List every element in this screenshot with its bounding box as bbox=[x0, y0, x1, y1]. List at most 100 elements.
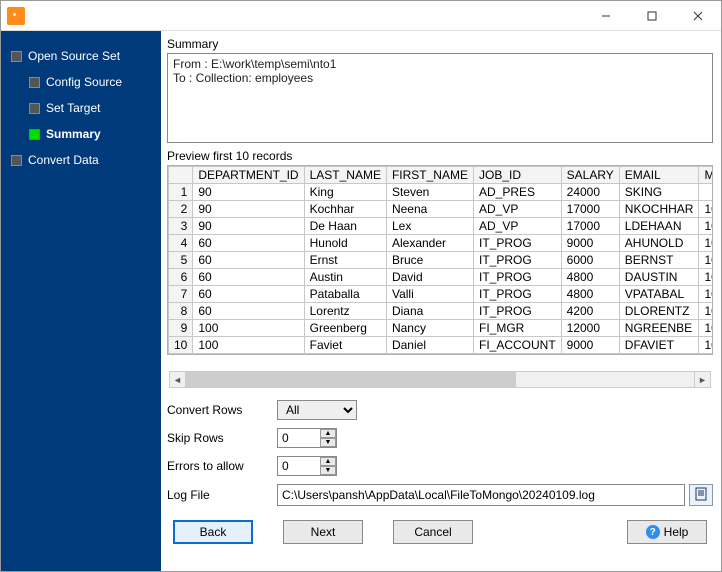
table-cell[interactable]: 60 bbox=[193, 235, 304, 252]
errors-allow-down[interactable]: ▼ bbox=[320, 466, 336, 475]
convert-rows-select[interactable]: All bbox=[277, 400, 357, 420]
table-cell[interactable]: Faviet bbox=[304, 337, 386, 354]
table-cell[interactable]: 103 bbox=[699, 303, 713, 320]
help-button[interactable]: ? Help bbox=[627, 520, 707, 544]
table-cell[interactable]: DLORENTZ bbox=[619, 303, 699, 320]
table-cell[interactable]: IT_PROG bbox=[473, 286, 561, 303]
table-cell[interactable]: 9000 bbox=[561, 337, 619, 354]
table-cell[interactable]: Alexander bbox=[386, 235, 473, 252]
table-cell[interactable]: 4200 bbox=[561, 303, 619, 320]
table-cell[interactable]: Steven bbox=[386, 184, 473, 201]
cancel-button[interactable]: Cancel bbox=[393, 520, 473, 544]
table-cell[interactable]: 17000 bbox=[561, 201, 619, 218]
scroll-left-button[interactable]: ◄ bbox=[169, 371, 186, 388]
table-cell[interactable]: AD_VP bbox=[473, 201, 561, 218]
table-cell[interactable]: DFAVIET bbox=[619, 337, 699, 354]
table-cell[interactable]: 108 bbox=[699, 337, 713, 354]
table-cell[interactable]: 100 bbox=[193, 320, 304, 337]
minimize-button[interactable] bbox=[583, 1, 629, 30]
table-cell[interactable]: 4800 bbox=[561, 286, 619, 303]
table-cell[interactable]: Ernst bbox=[304, 252, 386, 269]
column-header[interactable]: JOB_ID bbox=[473, 167, 561, 184]
skip-rows-down[interactable]: ▼ bbox=[320, 438, 336, 447]
table-cell[interactable]: IT_PROG bbox=[473, 303, 561, 320]
column-header[interactable]: SALARY bbox=[561, 167, 619, 184]
table-cell[interactable]: Greenberg bbox=[304, 320, 386, 337]
table-cell[interactable]: FI_MGR bbox=[473, 320, 561, 337]
maximize-button[interactable] bbox=[629, 1, 675, 30]
sidebar-item-config-source[interactable]: Config Source bbox=[27, 69, 155, 95]
table-cell[interactable]: Neena bbox=[386, 201, 473, 218]
table-cell[interactable]: Daniel bbox=[386, 337, 473, 354]
table-cell[interactable]: King bbox=[304, 184, 386, 201]
scroll-right-button[interactable]: ► bbox=[694, 371, 711, 388]
table-cell[interactable]: AHUNOLD bbox=[619, 235, 699, 252]
table-cell[interactable]: 90 bbox=[193, 218, 304, 235]
table-cell[interactable]: Diana bbox=[386, 303, 473, 320]
back-button[interactable]: Back bbox=[173, 520, 253, 544]
table-cell[interactable]: IT_PROG bbox=[473, 269, 561, 286]
table-cell[interactable]: 60 bbox=[193, 269, 304, 286]
table-row[interactable]: 190KingStevenAD_PRES24000SKING bbox=[169, 184, 714, 201]
table-cell[interactable]: 102 bbox=[699, 235, 713, 252]
column-header[interactable]: FIRST_NAME bbox=[386, 167, 473, 184]
table-cell[interactable]: 103 bbox=[699, 269, 713, 286]
log-file-browse-button[interactable] bbox=[689, 484, 713, 506]
table-cell[interactable]: NGREENBE bbox=[619, 320, 699, 337]
sidebar-item-set-target[interactable]: Set Target bbox=[27, 95, 155, 121]
table-cell[interactable]: 60 bbox=[193, 303, 304, 320]
table-cell[interactable]: Bruce bbox=[386, 252, 473, 269]
table-row[interactable]: 860LorentzDianaIT_PROG4200DLORENTZ103 bbox=[169, 303, 714, 320]
table-cell[interactable]: AD_VP bbox=[473, 218, 561, 235]
table-cell[interactable]: 24000 bbox=[561, 184, 619, 201]
table-cell[interactable]: Valli bbox=[386, 286, 473, 303]
horizontal-scrollbar[interactable]: ◄ ► bbox=[169, 371, 711, 388]
table-row[interactable]: 10100FavietDanielFI_ACCOUNT9000DFAVIET10… bbox=[169, 337, 714, 354]
table-cell[interactable]: VPATABAL bbox=[619, 286, 699, 303]
table-row[interactable]: 460HunoldAlexanderIT_PROG9000AHUNOLD102 bbox=[169, 235, 714, 252]
table-cell[interactable]: Kochhar bbox=[304, 201, 386, 218]
table-cell[interactable]: 60 bbox=[193, 286, 304, 303]
table-cell[interactable]: Hunold bbox=[304, 235, 386, 252]
table-row[interactable]: 9100GreenbergNancyFI_MGR12000NGREENBE101 bbox=[169, 320, 714, 337]
sidebar-item-open-source-set[interactable]: Open Source Set bbox=[9, 43, 155, 69]
log-file-input[interactable] bbox=[277, 484, 685, 506]
table-cell[interactable]: 103 bbox=[699, 286, 713, 303]
table-cell[interactable]: De Haan bbox=[304, 218, 386, 235]
table-cell[interactable]: David bbox=[386, 269, 473, 286]
table-row[interactable]: 290KochharNeenaAD_VP17000NKOCHHAR100 bbox=[169, 201, 714, 218]
table-cell[interactable]: 6000 bbox=[561, 252, 619, 269]
table-cell[interactable]: AD_PRES bbox=[473, 184, 561, 201]
table-cell[interactable]: Austin bbox=[304, 269, 386, 286]
table-cell[interactable]: 90 bbox=[193, 201, 304, 218]
table-cell[interactable]: Nancy bbox=[386, 320, 473, 337]
table-cell[interactable]: NKOCHHAR bbox=[619, 201, 699, 218]
table-cell[interactable]: 12000 bbox=[561, 320, 619, 337]
next-button[interactable]: Next bbox=[283, 520, 363, 544]
table-cell[interactable]: 103 bbox=[699, 252, 713, 269]
sidebar-item-convert-data[interactable]: Convert Data bbox=[9, 147, 155, 173]
table-cell[interactable]: 100 bbox=[193, 337, 304, 354]
table-cell[interactable]: 17000 bbox=[561, 218, 619, 235]
table-cell[interactable]: LDEHAAN bbox=[619, 218, 699, 235]
close-button[interactable] bbox=[675, 1, 721, 30]
errors-allow-up[interactable]: ▲ bbox=[320, 457, 336, 466]
table-cell[interactable]: 100 bbox=[699, 218, 713, 235]
table-cell[interactable]: IT_PROG bbox=[473, 235, 561, 252]
table-cell[interactable]: 90 bbox=[193, 184, 304, 201]
table-row[interactable]: 660AustinDavidIT_PROG4800DAUSTIN103 bbox=[169, 269, 714, 286]
skip-rows-up[interactable]: ▲ bbox=[320, 429, 336, 438]
column-header[interactable]: DEPARTMENT_ID bbox=[193, 167, 304, 184]
scroll-track[interactable] bbox=[186, 371, 694, 388]
table-cell[interactable]: 9000 bbox=[561, 235, 619, 252]
table-row[interactable]: 760PataballaValliIT_PROG4800VPATABAL103 bbox=[169, 286, 714, 303]
table-row[interactable]: 560ErnstBruceIT_PROG6000BERNST103 bbox=[169, 252, 714, 269]
table-cell[interactable]: IT_PROG bbox=[473, 252, 561, 269]
table-cell[interactable]: 101 bbox=[699, 320, 713, 337]
table-cell[interactable]: Lorentz bbox=[304, 303, 386, 320]
table-cell[interactable]: Pataballa bbox=[304, 286, 386, 303]
column-header[interactable]: EMAIL bbox=[619, 167, 699, 184]
table-cell[interactable]: Lex bbox=[386, 218, 473, 235]
table-cell[interactable] bbox=[699, 184, 713, 201]
table-cell[interactable]: 60 bbox=[193, 252, 304, 269]
